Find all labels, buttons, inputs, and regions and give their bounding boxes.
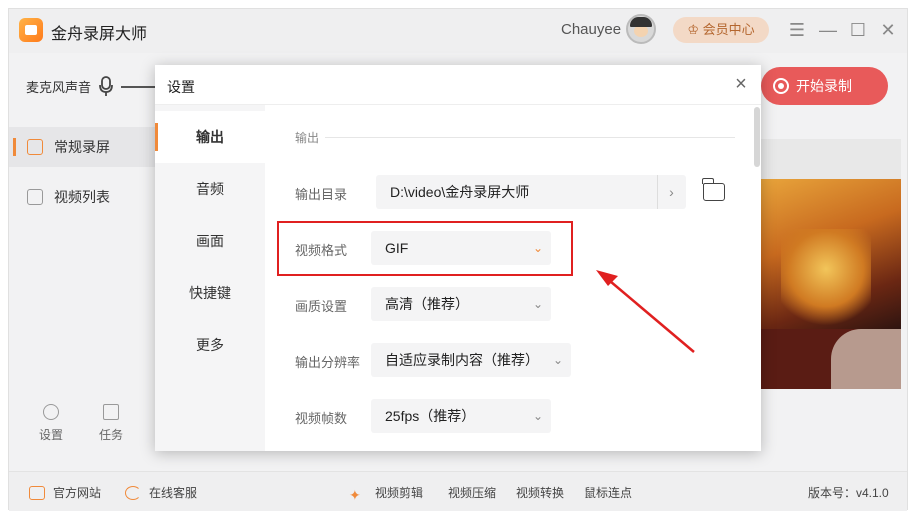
clipboard-icon [103, 404, 119, 420]
section-title: 输出 [295, 131, 320, 145]
resolution-value: 自适应录制内容（推荐） [385, 352, 539, 368]
fps-select[interactable]: 25fps（推荐） ⌄ [371, 399, 551, 433]
video-compress-label: 视频压缩 [448, 486, 497, 500]
tab-display[interactable]: 画面 [155, 215, 265, 267]
scrollbar[interactable] [754, 107, 760, 167]
fps-value: 25fps（推荐） [385, 408, 476, 424]
maximize-icon[interactable]: ☐ [847, 19, 869, 41]
close-window-icon[interactable]: ✕ [877, 19, 899, 41]
official-website-link[interactable]: 官方网站 [29, 484, 101, 501]
settings-dialog: 设置 × 输出 音频 画面 快捷键 更多 输出 输出目录 D:\video\金舟… [155, 65, 761, 451]
record-mode-icon [27, 139, 43, 155]
nav-item-label: 常规录屏 [54, 139, 110, 155]
section-divider [325, 137, 735, 138]
official-website-label: 官方网站 [53, 486, 102, 500]
highlight-box [277, 221, 573, 276]
output-dir-field[interactable]: D:\video\金舟录屏大师 [376, 175, 686, 209]
quality-label: 画质设置 [295, 299, 348, 314]
mouse-clicker-label: 鼠标连点 [584, 486, 633, 500]
folder-icon[interactable] [702, 178, 725, 201]
mouse-clicker-link[interactable]: 鼠标连点 [584, 484, 632, 501]
menu-icon[interactable]: ☰ [786, 19, 808, 41]
monitor-icon [29, 486, 45, 500]
app-logo-icon [19, 18, 43, 42]
nav-item-video-list[interactable]: 视频列表 [9, 177, 155, 217]
chevron-down-icon: ⌄ [532, 297, 543, 311]
nav-item-regular-record[interactable]: 常规录屏 [9, 127, 155, 167]
screen-preview [761, 139, 901, 389]
online-support-link[interactable]: 在线客服 [125, 484, 197, 501]
tab-more[interactable]: 更多 [155, 319, 265, 371]
vip-center-button[interactable]: ♔ 会员中心 [673, 17, 769, 43]
bottom-tools: 设置 任务 [9, 404, 155, 454]
mic-label: 麦克风声音 [26, 80, 92, 95]
chevron-down-icon: ⌄ [532, 409, 543, 423]
crown-icon: ♔ [687, 22, 703, 37]
magic-wand-icon: ✦ [349, 487, 361, 503]
version-label: 版本号：v4.1.0 [808, 486, 889, 500]
close-icon[interactable]: × [731, 74, 751, 94]
headset-icon [125, 486, 141, 500]
gear-icon [43, 404, 59, 420]
avatar[interactable] [626, 14, 656, 44]
online-support-label: 在线客服 [149, 486, 198, 500]
nav-item-label: 视频列表 [54, 189, 110, 205]
video-convert-link[interactable]: 视频转换 [516, 484, 564, 501]
record-icon [773, 78, 789, 94]
start-recording-label: 开始录制 [796, 78, 852, 94]
video-edit-label: 视频剪辑 [375, 486, 424, 500]
quality-value: 高清（推荐） [385, 296, 469, 312]
microphone-icon[interactable] [97, 75, 115, 97]
settings-tabs: 输出 音频 画面 快捷键 更多 [155, 105, 265, 451]
tab-audio[interactable]: 音频 [155, 163, 265, 215]
settings-button[interactable]: 设置 [31, 404, 71, 443]
settings-label: 设置 [38, 428, 63, 442]
video-compress-link[interactable]: 视频压缩 [448, 484, 496, 501]
title-bar: 金舟录屏大师 Chauyee ♔ 会员中心 ☰ — ☐ ✕ [9, 9, 907, 53]
tasks-button[interactable]: 任务 [91, 404, 131, 443]
quality-select[interactable]: 高清（推荐） ⌄ [371, 287, 551, 321]
output-dir-label: 输出目录 [295, 187, 348, 202]
tab-output[interactable]: 输出 [155, 111, 265, 163]
app-title: 金舟录屏大师 [51, 26, 148, 43]
dialog-title: 设置 [167, 79, 195, 95]
vip-center-label: 会员中心 [702, 22, 755, 37]
user-name[interactable]: Chauyee [561, 21, 621, 38]
list-icon [27, 189, 43, 205]
chevron-right-icon[interactable]: › [657, 175, 685, 209]
video-edit-link[interactable]: ✦ 视频剪辑 [349, 484, 423, 502]
tasks-label: 任务 [98, 428, 123, 442]
tab-hotkeys[interactable]: 快捷键 [155, 267, 265, 319]
status-bar: 官方网站 在线客服 ✦ 视频剪辑 视频压缩 视频转换 鼠标连点 版本号：v4.1.… [9, 471, 907, 511]
left-nav: 常规录屏 视频列表 [9, 127, 155, 227]
video-convert-label: 视频转换 [516, 486, 565, 500]
dialog-header: 设置 × [155, 65, 761, 105]
resolution-select[interactable]: 自适应录制内容（推荐） ⌄ [371, 343, 571, 377]
minimize-icon[interactable]: — [817, 19, 839, 41]
chevron-down-icon: ⌄ [552, 353, 563, 367]
resolution-label: 输出分辨率 [295, 355, 361, 370]
annotation-arrow [596, 270, 695, 353]
fps-label: 视频帧数 [295, 411, 348, 426]
start-recording-button[interactable]: 开始录制 [761, 67, 888, 105]
